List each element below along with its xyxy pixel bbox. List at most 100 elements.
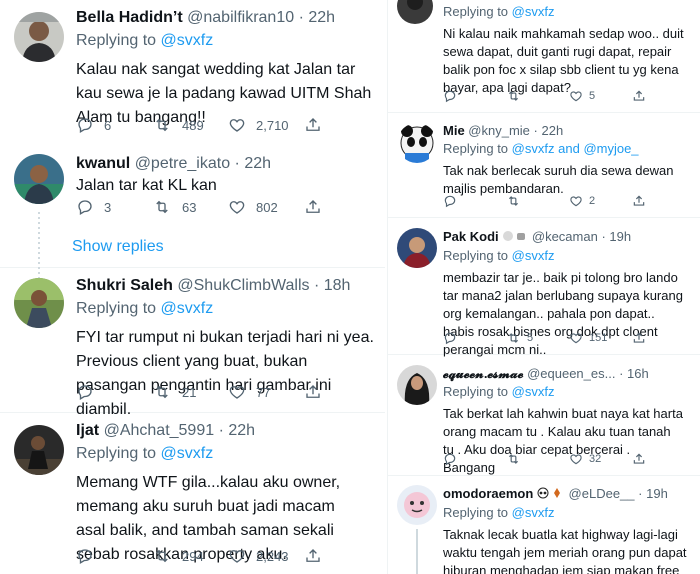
retweet-button[interactable]: 21 bbox=[152, 383, 228, 401]
like-button[interactable]: 5 bbox=[569, 89, 632, 103]
mention-link[interactable]: @svxfz bbox=[161, 300, 214, 317]
display-name[interactable]: Ijat bbox=[76, 422, 99, 439]
retweet-count: 21 bbox=[182, 384, 197, 400]
replying-to-label: Replying to bbox=[443, 247, 509, 263]
tweet-omodoraemon[interactable]: omodoraemon @eLDee__ · 19h Replying to @… bbox=[388, 476, 700, 574]
display-name[interactable]: kwanul bbox=[76, 155, 130, 172]
like-button[interactable]: 32 bbox=[569, 452, 632, 466]
avatar[interactable] bbox=[14, 425, 64, 475]
retweet-button[interactable]: 489 bbox=[152, 116, 228, 134]
timestamp[interactable]: 16h bbox=[627, 366, 649, 381]
share-button[interactable] bbox=[304, 198, 380, 216]
share-icon bbox=[306, 118, 320, 131]
mention-link[interactable]: @svxfz bbox=[512, 4, 555, 19]
retweet-button[interactable]: 5 bbox=[506, 331, 569, 345]
timestamp[interactable]: 22h bbox=[228, 422, 255, 439]
tweet-kwanul[interactable]: kwanul @petre_ikato · 22h Jalan tar kat … bbox=[0, 146, 385, 299]
share-button[interactable] bbox=[632, 89, 695, 103]
display-name[interactable]: 𝓮𝓺𝓾𝓮𝓮𝓷.𝓮𝓼𝓶𝓪𝓮 bbox=[443, 366, 523, 381]
mention-link[interactable]: @svxfz bbox=[512, 505, 555, 520]
tweet-pak-kodi[interactable]: Pak Kodi @kecaman · 19h Replying to @svx… bbox=[388, 218, 700, 357]
display-name[interactable]: Mie bbox=[443, 123, 465, 138]
retweet-icon bbox=[509, 196, 518, 206]
retweet-icon bbox=[509, 454, 518, 464]
reply-button[interactable] bbox=[443, 331, 506, 345]
mention-link[interactable]: @svxfz bbox=[512, 384, 555, 399]
user-handle[interactable]: @equeen_es... bbox=[527, 366, 615, 381]
share-button[interactable] bbox=[632, 331, 695, 345]
timestamp[interactable]: 19h bbox=[646, 486, 668, 501]
like-count: 5 bbox=[589, 90, 596, 102]
tweet-partial-top[interactable]: Replying to @svxfz Ni kalau naik mahkama… bbox=[388, 0, 700, 113]
avatar[interactable] bbox=[397, 123, 437, 163]
reply-button[interactable]: 3 bbox=[76, 198, 152, 216]
avatar[interactable] bbox=[14, 278, 64, 328]
avatar[interactable] bbox=[397, 0, 433, 24]
like-button[interactable]: 77 bbox=[228, 383, 304, 401]
reply-button[interactable]: 6 bbox=[76, 116, 152, 134]
mention-link[interactable]: @svxfz bbox=[161, 445, 214, 462]
thread-line bbox=[416, 529, 418, 574]
retweet-button[interactable]: 294 bbox=[152, 547, 228, 565]
timestamp[interactable]: 18h bbox=[324, 277, 351, 294]
user-handle[interactable]: @kecaman bbox=[532, 229, 598, 244]
avatar-image bbox=[14, 278, 64, 328]
tweet-ijat[interactable]: Ijat @Ahchat_5991 · 22h Replying to @svx… bbox=[0, 413, 385, 574]
separator-dot: · bbox=[533, 123, 538, 138]
user-handle[interactable]: @eLDee__ bbox=[569, 486, 635, 501]
retweet-icon bbox=[156, 549, 168, 563]
retweet-button[interactable] bbox=[506, 89, 569, 103]
replying-to: Replying to @svxfz bbox=[76, 30, 377, 52]
display-name[interactable]: Shukri Saleh bbox=[76, 277, 173, 294]
tweet-text: Tak berkat lah kahwin buat naya kat hart… bbox=[443, 406, 683, 475]
replying-to: Replying to @svxfz bbox=[443, 504, 692, 522]
share-button[interactable] bbox=[304, 547, 380, 565]
user-handle[interactable]: @kny_mie bbox=[468, 123, 530, 138]
avatar[interactable] bbox=[397, 485, 437, 525]
show-replies-link[interactable]: Show replies bbox=[72, 238, 164, 256]
reply-button[interactable] bbox=[76, 383, 152, 401]
timestamp[interactable]: 22h bbox=[244, 155, 271, 172]
avatar[interactable] bbox=[14, 12, 64, 62]
user-handle[interactable]: @nabilfikran10 bbox=[187, 9, 294, 26]
display-name[interactable]: Bella Hadidn’t bbox=[76, 9, 183, 26]
share-button[interactable] bbox=[304, 383, 380, 401]
timestamp[interactable]: 19h bbox=[609, 229, 631, 244]
user-handle[interactable]: @ShukClimbWalls bbox=[177, 277, 309, 294]
like-count: 151 bbox=[589, 332, 608, 344]
avatar[interactable] bbox=[397, 228, 437, 268]
like-button[interactable]: 151 bbox=[569, 331, 632, 345]
reply-button[interactable] bbox=[443, 452, 506, 466]
retweet-icon bbox=[156, 118, 168, 132]
retweet-button[interactable] bbox=[506, 194, 569, 208]
share-button[interactable] bbox=[632, 452, 695, 466]
tweet-mie[interactable]: Mie @kny_mie · 22h Replying to @svxfz an… bbox=[388, 113, 700, 218]
timestamp[interactable]: 22h bbox=[308, 9, 335, 26]
like-button[interactable]: 802 bbox=[228, 198, 304, 216]
retweet-button[interactable]: 63 bbox=[152, 198, 228, 216]
reply-button[interactable] bbox=[76, 547, 152, 565]
tweet-equeen[interactable]: 𝓮𝓺𝓾𝓮𝓮𝓷.𝓮𝓼𝓶𝓪𝓮 @equeen_es... · 16h Replyin… bbox=[388, 355, 700, 476]
reply-button[interactable] bbox=[443, 89, 506, 103]
user-handle[interactable]: @Ahchat_5991 bbox=[104, 422, 215, 439]
mention-link[interactable]: @svxfz bbox=[161, 32, 214, 49]
mention-link[interactable]: @svxfz bbox=[512, 248, 555, 263]
display-name[interactable]: omodoraemon bbox=[443, 486, 533, 501]
share-button[interactable] bbox=[304, 116, 380, 134]
mention-link-2[interactable]: @myjoe_ bbox=[583, 141, 638, 156]
replying-to: Replying to @svxfz and @myjoe_ bbox=[443, 140, 692, 158]
retweet-button[interactable] bbox=[506, 452, 569, 466]
like-button[interactable]: 2 bbox=[569, 194, 632, 208]
tweet-bella[interactable]: Bella Hadidn’t @nabilfikran10 · 22h Repl… bbox=[0, 0, 385, 146]
avatar[interactable] bbox=[397, 365, 437, 405]
timestamp[interactable]: 22h bbox=[542, 123, 564, 138]
tweet-shukri[interactable]: Shukri Saleh @ShukClimbWalls · 18h Reply… bbox=[0, 268, 385, 418]
reply-button[interactable] bbox=[443, 194, 506, 208]
mention-link[interactable]: @svxfz bbox=[512, 141, 555, 156]
display-name[interactable]: Pak Kodi bbox=[443, 229, 499, 244]
user-handle[interactable]: @petre_ikato bbox=[135, 155, 230, 172]
like-button[interactable]: 2,710 bbox=[228, 116, 304, 134]
avatar[interactable] bbox=[14, 154, 64, 204]
share-button[interactable] bbox=[632, 194, 695, 208]
like-button[interactable]: 2,243 bbox=[228, 547, 304, 565]
